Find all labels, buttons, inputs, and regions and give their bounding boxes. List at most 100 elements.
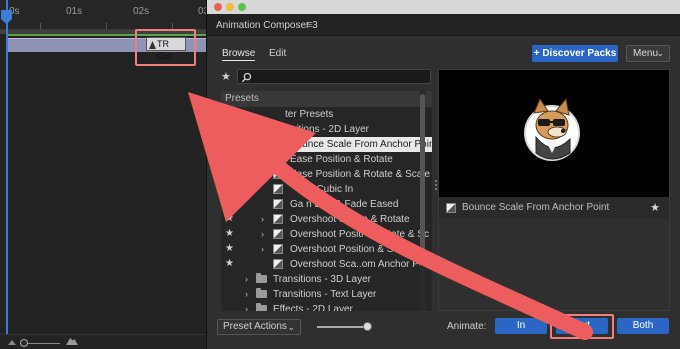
- tree-item-preset[interactable]: ★ › Overshoot osition & Rotate: [221, 212, 432, 227]
- animate-label: Animate:: [447, 321, 487, 332]
- tree-item-label: Overshoot osition & Rotate: [290, 214, 410, 225]
- preset-icon: [273, 139, 283, 149]
- tree-item-label: Overshoot Positi & Rotate & Sc: [290, 229, 429, 240]
- tree-item-preset[interactable]: ★ › Overshoot Position & Sc: [221, 242, 432, 257]
- zoom-in-mountain-icon[interactable]: [66, 338, 78, 345]
- panel-tab-row: Animation Composer 3 ≡: [207, 14, 680, 36]
- folder-icon: [256, 273, 267, 283]
- preset-icon: [273, 214, 283, 224]
- tree-item-label: ade Cubic In: [297, 184, 354, 195]
- time-tick: 02s: [133, 6, 150, 17]
- preset-icon: [446, 203, 456, 213]
- chevron-right-icon[interactable]: ›: [245, 272, 248, 287]
- animate-both-button[interactable]: Both: [617, 318, 669, 334]
- favorite-star-icon[interactable]: ★: [225, 213, 234, 225]
- favorite-star-icon[interactable]: ★: [225, 168, 234, 180]
- chevron-down-icon: ⌄: [287, 322, 295, 332]
- panel-footer: Preset Actions ⌄ Animate: In Out Both: [207, 312, 680, 349]
- chevron-right-icon[interactable]: ›: [261, 242, 264, 257]
- chevron-right-icon[interactable]: ›: [245, 287, 248, 302]
- discover-packs-button[interactable]: + Discover Packs: [532, 45, 618, 62]
- chevron-right-icon[interactable]: ›: [261, 212, 264, 227]
- favorite-star-icon[interactable]: ★: [225, 153, 234, 165]
- preset-icon: [273, 199, 283, 209]
- folder-icon: [256, 123, 267, 133]
- tree-item-label: Effects - 2D Layer: [273, 304, 353, 311]
- tree-item-label: Ease Position & Rotate: [290, 154, 393, 165]
- size-slider-knob[interactable]: [363, 322, 372, 331]
- tab-browse[interactable]: Browse: [222, 48, 256, 61]
- tree-item-label: Transitions - Text Layer: [273, 289, 377, 300]
- preset-icon: [273, 259, 283, 269]
- out-button-highlight-box: [550, 314, 614, 339]
- tree-item-label: Overshoot Position & Sc: [290, 244, 399, 255]
- preset-actions-dropdown[interactable]: Preset Actions ⌄: [217, 319, 301, 335]
- zoom-out-mountain-icon[interactable]: [8, 340, 16, 345]
- tree-item-label: ter Presets: [285, 109, 334, 120]
- tree-folder-transitions-text[interactable]: › Transitions - Text Layer: [221, 287, 432, 302]
- search-icon: [241, 72, 252, 83]
- tree-item-label: Overshoot Sca..om Anchor Point: [290, 259, 432, 270]
- tree-folder-effects-2d[interactable]: › Effects - 2D Layer: [221, 302, 432, 311]
- tree-item-label: Transitions - 3D Layer: [273, 274, 371, 285]
- ruler-minor-tick: [40, 23, 41, 29]
- folder-icon: [256, 288, 267, 298]
- tab-edit[interactable]: Edit: [269, 48, 286, 59]
- tree-item-label: Ga n Blur & Fade Eased: [290, 199, 399, 210]
- tree-item-label: Ease Position & Rotate & Scale: [290, 169, 431, 180]
- preset-icon: [273, 154, 283, 164]
- panel-splitter-handle[interactable]: [435, 180, 437, 194]
- preset-icon: [273, 244, 283, 254]
- playhead[interactable]: [6, 0, 8, 349]
- tree-item-preset[interactable]: ★ Ease Position & Rotate: [221, 152, 432, 167]
- tree-item-label: Transitions - 2D Layer: [271, 124, 369, 135]
- star-icon[interactable]: ★: [650, 201, 660, 214]
- search-row: ★: [221, 69, 431, 85]
- favorite-star-icon[interactable]: ★: [225, 258, 234, 270]
- tree-item-preset[interactable]: ★ Overshoot Sca..om Anchor Point: [221, 257, 432, 272]
- favorite-star-icon[interactable]: ★: [225, 198, 234, 210]
- preset-icon: [273, 184, 283, 194]
- menu-dropdown[interactable]: Menu ⌄: [626, 45, 670, 62]
- tree-folder-transitions-3d[interactable]: › Transitions - 3D Layer: [221, 272, 432, 287]
- favorite-star-icon[interactable]: ★: [225, 228, 234, 240]
- hamburger-menu-icon[interactable]: ≡: [306, 20, 312, 31]
- animation-composer-window: Animation Composer 3 ≡ Browse Edit + Dis…: [206, 0, 680, 349]
- tree-folder-transitions-2d[interactable]: Transitions - 2D Layer: [221, 122, 432, 137]
- panel-title[interactable]: Animation Composer 3: [216, 20, 318, 31]
- tree-item-preset[interactable]: ★ Ease Position & Rotate & Scale: [221, 167, 432, 182]
- close-window-icon[interactable]: [214, 3, 222, 11]
- chevron-right-icon[interactable]: ›: [245, 302, 248, 311]
- scrollbar-thumb[interactable]: [420, 94, 425, 254]
- tree-item-preset[interactable]: ★ ade Cubic In: [221, 182, 432, 197]
- preview-caption: Bounce Scale From Anchor Point: [462, 202, 610, 213]
- marker-highlight-box: [135, 29, 196, 66]
- zoom-slider-knob[interactable]: [20, 339, 28, 347]
- favorites-filter-star-icon[interactable]: ★: [221, 71, 231, 83]
- tree-item-preset[interactable]: Bounce Scale From Anchor Point: [221, 137, 432, 152]
- tree-item-preset[interactable]: ★ Ga n Blur & Fade Eased: [221, 197, 432, 212]
- timeline-zoom-bar: [0, 334, 210, 349]
- animate-in-button[interactable]: In: [495, 318, 547, 334]
- preset-icon: [273, 229, 283, 239]
- time-tick: 01s: [66, 6, 83, 17]
- preset-list-scrollbar[interactable]: [420, 91, 425, 311]
- folder-icon: [256, 303, 267, 311]
- tree-item-label: Bounce Scale From Anchor Point: [288, 137, 432, 152]
- character-mascot-image: [524, 97, 580, 161]
- preset-actions-label: Preset Actions: [223, 321, 287, 332]
- ruler-minor-tick: [106, 23, 107, 29]
- tree-item-preset[interactable]: ★ › Overshoot Positi & Rotate & Sc: [221, 227, 432, 242]
- preset-tree: Presets ter Presets Transitions - 2D Lay…: [221, 91, 432, 311]
- search-input[interactable]: [237, 69, 431, 84]
- preset-icon: [273, 169, 283, 179]
- menu-label: Menu: [633, 48, 659, 59]
- window-titlebar[interactable]: [207, 0, 680, 14]
- zoom-window-icon[interactable]: [238, 3, 246, 11]
- favorite-star-icon[interactable]: ★: [225, 243, 234, 255]
- minimize-window-icon[interactable]: [226, 3, 234, 11]
- tree-item-starter-presets[interactable]: ter Presets: [221, 107, 432, 122]
- preview-caption-bar: Bounce Scale From Anchor Point ★: [438, 197, 670, 219]
- chevron-right-icon[interactable]: ›: [261, 227, 264, 242]
- favorite-star-icon[interactable]: ★: [225, 183, 234, 195]
